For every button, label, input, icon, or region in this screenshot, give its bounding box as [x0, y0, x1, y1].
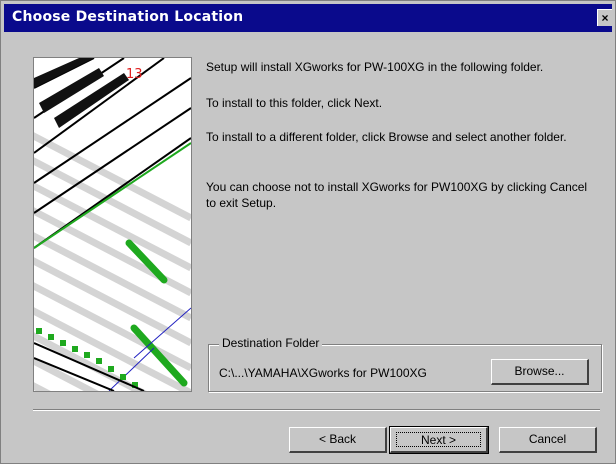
close-button[interactable]: × — [597, 9, 612, 26]
cancel-button[interactable]: Cancel — [499, 427, 597, 453]
install-message: Setup will install XGworks for PW-100XG … — [206, 60, 544, 74]
next-button[interactable]: Next > — [389, 426, 489, 454]
install-here-message: To install to this folder, click Next. — [206, 96, 383, 110]
title-bar: Choose Destination Location × — [4, 4, 612, 32]
destination-folder-label: Destination Folder — [219, 336, 323, 350]
setup-dialog: Choose Destination Location × 13 Setup w… — [0, 0, 616, 464]
cancel-message: You can choose not to install XGworks fo… — [206, 180, 588, 210]
close-icon: × — [601, 11, 609, 25]
svg-text:13: 13 — [126, 67, 143, 82]
back-button[interactable]: < Back — [289, 427, 387, 453]
next-button-label: Next > — [396, 432, 481, 447]
piano-roll-graphic: 13 — [33, 57, 192, 392]
browse-message: To install to a different folder, click … — [206, 130, 567, 144]
dialog-title: Choose Destination Location — [12, 9, 244, 25]
button-separator — [33, 409, 600, 411]
destination-path: C:\...\YAMAHA\XGworks for PW100XG — [219, 366, 427, 380]
browse-button[interactable]: Browse... — [491, 359, 589, 385]
piano-roll-image: 13 — [34, 58, 191, 391]
